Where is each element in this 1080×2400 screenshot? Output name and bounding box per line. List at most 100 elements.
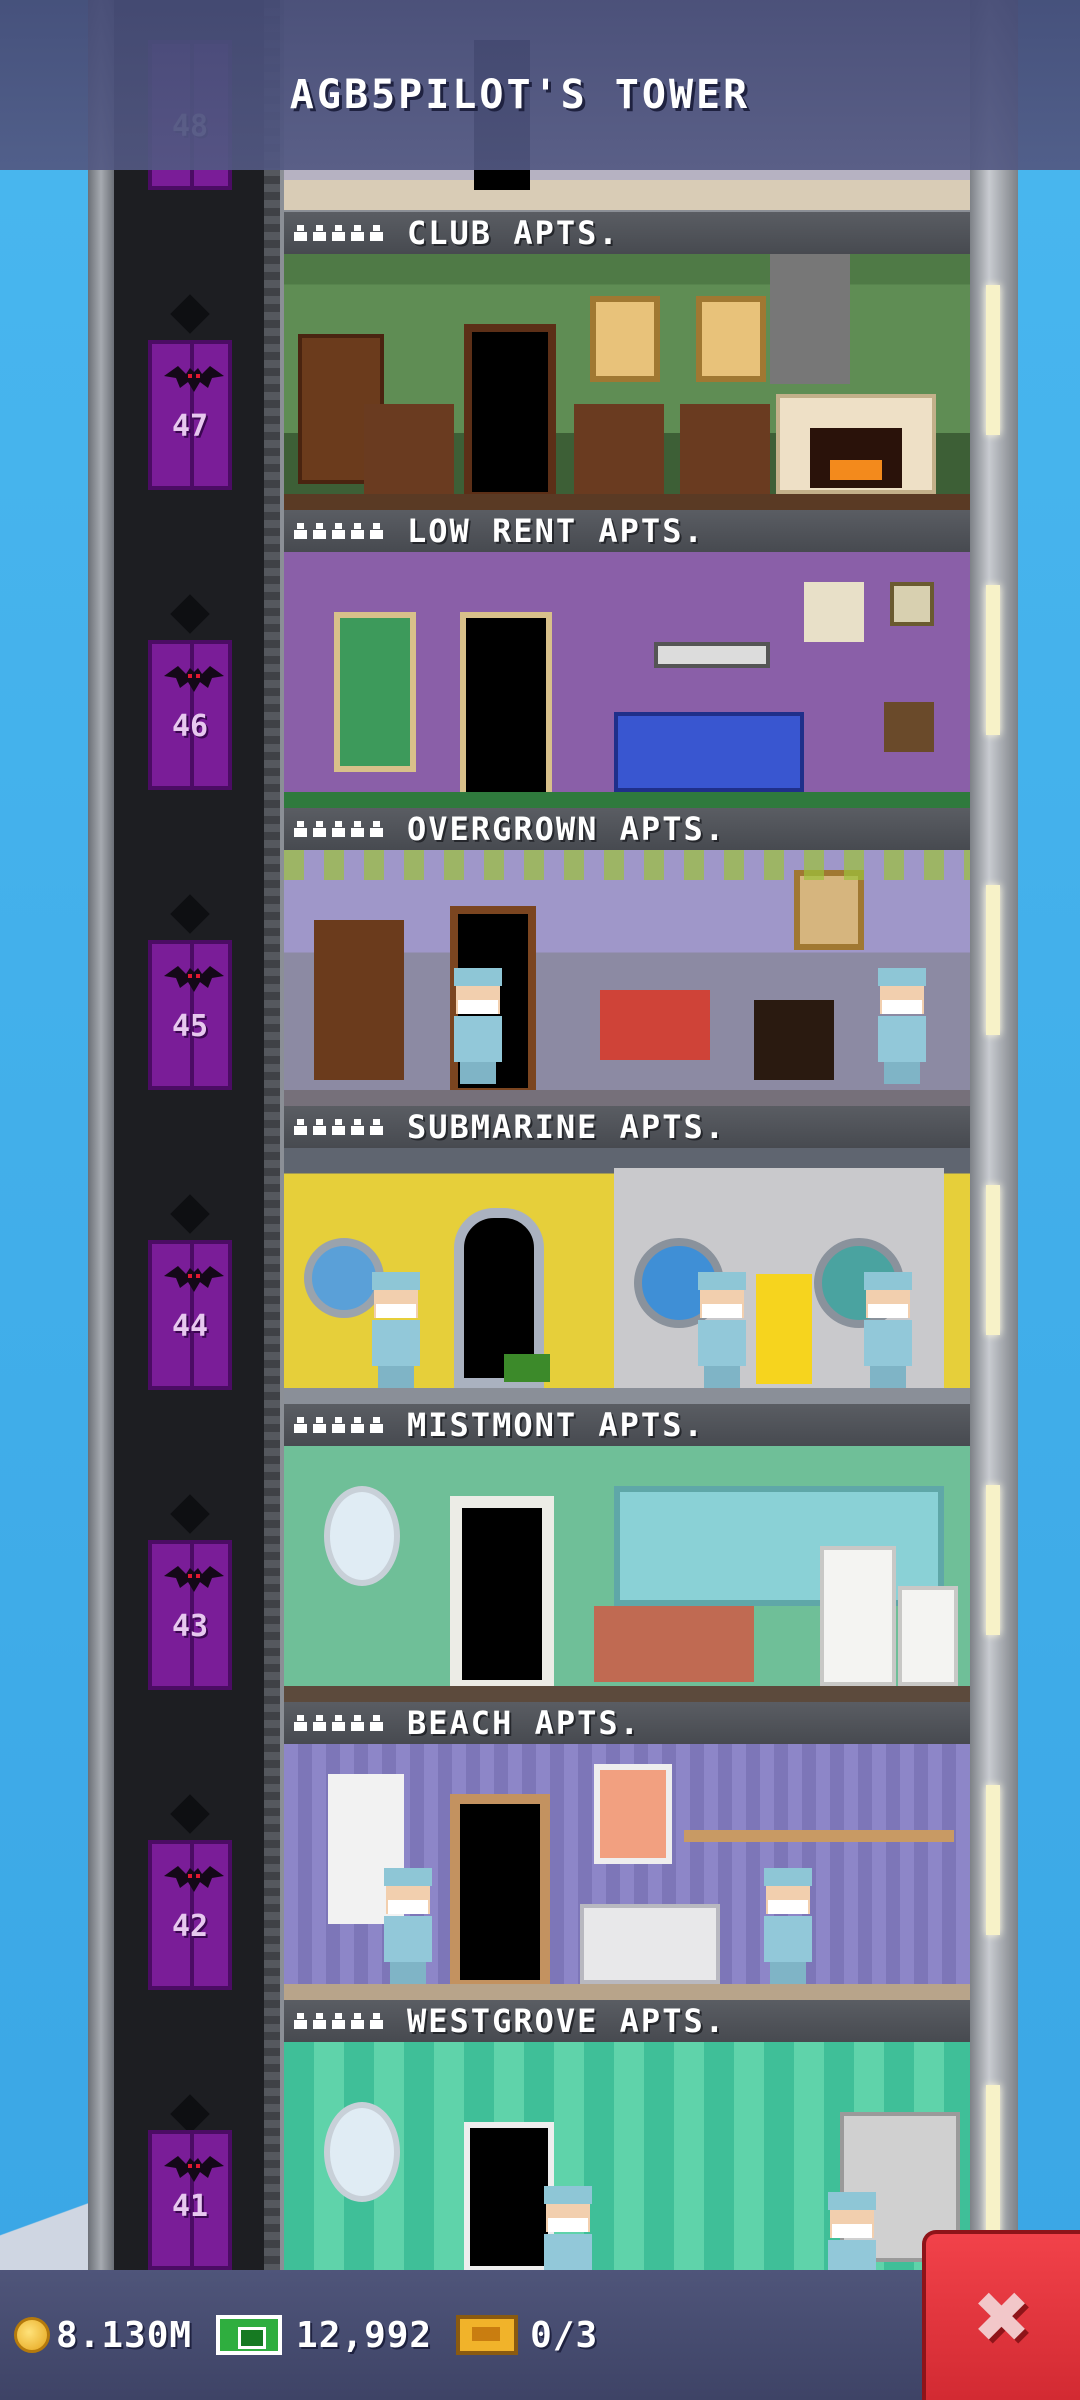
floor-label: SUBMARINE APTS. xyxy=(284,1106,970,1148)
white-sofa xyxy=(580,1904,720,1984)
bat-icon xyxy=(164,1266,224,1292)
tickets-display[interactable]: 0/3 xyxy=(456,2315,598,2356)
elevator-floor-41[interactable]: 41 xyxy=(148,2130,232,2270)
bat-icon xyxy=(164,1566,224,1592)
stove xyxy=(898,1586,958,1686)
floor-label: MISTMONT APTS. xyxy=(284,1404,970,1446)
tower-edge xyxy=(88,0,114,2270)
bitizen[interactable] xyxy=(540,2186,596,2270)
ticket-icon xyxy=(456,2315,519,2355)
bux-display[interactable]: 12,992 xyxy=(216,2315,432,2356)
pillar-lamp xyxy=(986,885,1000,1035)
fireplace xyxy=(754,1000,834,1080)
residents-icon xyxy=(294,225,383,241)
close-button[interactable]: ✖ xyxy=(922,2230,1080,2400)
floor-number: 47 xyxy=(171,409,209,444)
bat-icon xyxy=(164,2156,224,2182)
currency-bar: 8.130M 12,992 0/3 xyxy=(0,2270,1080,2400)
pillar-lamp xyxy=(986,1185,1000,1335)
floor-name: SUBMARINE APTS. xyxy=(407,1108,726,1146)
tickets-value: 0/3 xyxy=(530,2314,599,2356)
floor-42-room xyxy=(284,1744,970,2000)
ground-snow xyxy=(0,2190,88,2270)
window-sign xyxy=(654,642,770,668)
floor-42[interactable]: BEACH APTS. xyxy=(284,1702,970,2000)
elevator-floor-45[interactable]: 45 xyxy=(148,940,232,1090)
sofa xyxy=(594,1606,754,1682)
coin-icon xyxy=(14,2317,50,2353)
bitizen[interactable] xyxy=(450,968,506,1084)
poster xyxy=(890,582,934,626)
coins-display[interactable]: 8.130M xyxy=(14,2315,192,2356)
floor-45[interactable]: OVERGROWN APTS. xyxy=(284,808,970,1106)
floor-48-ground xyxy=(284,180,970,210)
floor-46-room xyxy=(284,552,970,808)
close-icon: ✖ xyxy=(975,2263,1031,2370)
floor-label: CLUB APTS. xyxy=(284,212,970,254)
bitizen[interactable] xyxy=(694,1272,750,1388)
elevator-floor-47[interactable]: 47 xyxy=(148,340,232,490)
floor-number: 44 xyxy=(171,1309,209,1344)
elevator-floor-42[interactable]: 42 xyxy=(148,1840,232,1990)
poster xyxy=(804,582,864,642)
floor-name: WESTGROVE APTS. xyxy=(407,2002,726,2040)
floor-number: 42 xyxy=(171,1909,209,1944)
pillar-lamp xyxy=(986,1485,1000,1635)
vines xyxy=(284,850,970,880)
residents-icon xyxy=(294,1715,383,1731)
armchair xyxy=(574,404,664,494)
floor-name: CLUB APTS. xyxy=(407,214,620,252)
bitizen[interactable] xyxy=(760,1868,816,1984)
residents-icon xyxy=(294,821,383,837)
floor-47-door xyxy=(464,324,556,500)
painting xyxy=(794,870,864,950)
pillar-lamp xyxy=(986,1785,1000,1935)
floor-44[interactable]: SUBMARINE APTS. xyxy=(284,1106,970,1404)
tower-title-bar: AGB5PILOT'S TOWER xyxy=(0,0,1080,170)
floor-name: OVERGROWN APTS. xyxy=(407,810,726,848)
bitizen[interactable] xyxy=(368,1272,424,1388)
portrait-frame xyxy=(696,296,766,382)
floor-44-room xyxy=(284,1148,970,1404)
floor-46[interactable]: LOW RENT APTS. xyxy=(284,510,970,808)
floor-name: BEACH APTS. xyxy=(407,1704,641,1742)
floor-47[interactable]: CLUB APTS. xyxy=(284,212,970,510)
floor-41[interactable]: WESTGROVE APTS. xyxy=(284,2000,970,2270)
coins-value: 8.130M xyxy=(56,2314,193,2356)
fire xyxy=(830,460,882,480)
elevator-floor-44[interactable]: 44 xyxy=(148,1240,232,1390)
armchair xyxy=(364,404,454,494)
residents-icon xyxy=(294,1119,383,1135)
floor-42-door xyxy=(450,1794,550,1990)
bat-icon xyxy=(164,1866,224,1892)
elevator-floor-46[interactable]: 46 xyxy=(148,640,232,790)
floor-label: OVERGROWN APTS. xyxy=(284,808,970,850)
floor-43[interactable]: MISTMONT APTS. xyxy=(284,1404,970,1702)
bitizen[interactable] xyxy=(860,1272,916,1388)
oval-mirror xyxy=(324,2102,400,2202)
tower-title: AGB5PILOT'S TOWER xyxy=(289,72,751,118)
green-door xyxy=(334,612,416,772)
armchair xyxy=(680,404,770,494)
floor-47-room xyxy=(284,254,970,510)
bux-icon xyxy=(216,2315,283,2355)
blue-sofa xyxy=(614,712,804,792)
fireplace xyxy=(776,394,936,494)
floor-45-room xyxy=(284,850,970,1106)
bitizen[interactable] xyxy=(874,968,930,1084)
floor-number: 46 xyxy=(171,709,209,744)
pillar-lamp xyxy=(986,285,1000,435)
bitizen[interactable] xyxy=(824,2192,880,2270)
floor-label: LOW RENT APTS. xyxy=(284,510,970,552)
floor-43-room xyxy=(284,1446,970,1702)
elevator-floor-43[interactable]: 43 xyxy=(148,1540,232,1690)
residents-icon xyxy=(294,2013,383,2029)
floor-number: 41 xyxy=(171,2189,209,2224)
elevator-rail xyxy=(264,0,280,2270)
pillar-lamp xyxy=(986,2085,1000,2235)
hazmat-bitizen[interactable] xyxy=(756,1274,812,1384)
bitizen[interactable] xyxy=(380,1868,436,1984)
residents-icon xyxy=(294,1417,383,1433)
floor-label: BEACH APTS. xyxy=(284,1702,970,1744)
chimney xyxy=(770,254,850,384)
